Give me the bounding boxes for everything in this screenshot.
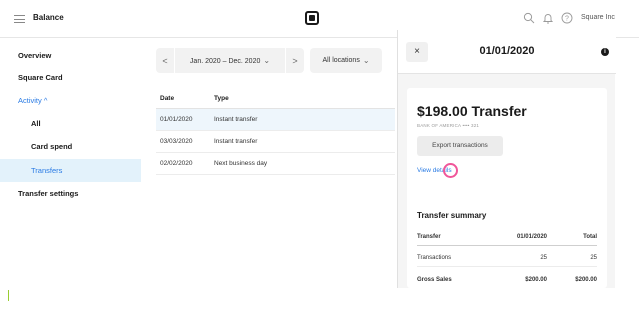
- panel-title: 01/01/2020: [479, 45, 535, 57]
- summary-header-transfer: Transfer: [417, 233, 441, 240]
- summary-header-total: Total: [583, 233, 597, 240]
- info-icon[interactable]: i: [601, 48, 609, 56]
- sidebar-item-transfer-settings[interactable]: Transfer settings: [0, 182, 141, 205]
- summary-row-total: 25: [590, 254, 597, 261]
- table-row[interactable]: 03/03/2020 Instant transfer: [156, 131, 395, 153]
- account-name[interactable]: Square Inc: [581, 14, 615, 21]
- sidebar-item-transfers[interactable]: Transfers: [0, 159, 141, 182]
- sidebar-item-activity[interactable]: Activity ^: [0, 89, 141, 112]
- click-cursor-indicator: [443, 163, 458, 178]
- transfers-table: Date Type 01/01/2020 Instant transfer 03…: [156, 89, 395, 175]
- panel-header: × 01/01/2020 i: [398, 30, 616, 74]
- help-icon[interactable]: ?: [561, 12, 573, 24]
- sidebar-item-card-spend[interactable]: Card spend: [0, 135, 141, 158]
- summary-title: Transfer summary: [417, 211, 487, 220]
- transfer-amount: $198.00 Transfer: [417, 103, 527, 119]
- summary-row-value: $200.00: [525, 276, 547, 283]
- date-range-select[interactable]: Jan. 2020 – Dec. 2020 ⌄: [175, 56, 285, 65]
- row-date: 01/01/2020: [160, 116, 193, 123]
- transfer-summary-card: Transfer summary Transfer 01/01/2020 Tot…: [407, 198, 607, 288]
- summary-row: Transactions 25 25: [417, 249, 597, 267]
- chevron-down-icon: ⌄: [362, 56, 370, 65]
- main-content: < Jan. 2020 – Dec. 2020 ⌄ > All locations…: [150, 38, 395, 288]
- transfer-detail-panel: × 01/01/2020 i $198.00 Transfer BANK OF …: [397, 30, 616, 288]
- next-range-button[interactable]: >: [286, 56, 304, 66]
- search-icon[interactable]: [523, 12, 535, 24]
- column-header-date[interactable]: Date: [156, 95, 214, 102]
- summary-row-label: Transactions: [417, 254, 452, 261]
- transfer-card: $198.00 Transfer BANK OF AMERICA •••• 32…: [407, 88, 607, 203]
- chevron-down-icon: ⌄: [263, 56, 271, 65]
- table-row[interactable]: 01/01/2020 Instant transfer: [156, 109, 395, 131]
- date-range-filter: < Jan. 2020 – Dec. 2020 ⌄ >: [156, 48, 304, 73]
- summary-header-date: 01/01/2020: [516, 233, 547, 240]
- row-date: 02/02/2020: [160, 160, 193, 167]
- date-range-label: Jan. 2020 – Dec. 2020: [189, 58, 261, 65]
- sidebar-item-square-card[interactable]: Square Card: [0, 66, 141, 89]
- bank-account: BANK OF AMERICA •••• 321: [417, 123, 480, 128]
- table-header: Date Type: [156, 89, 395, 109]
- row-type: Next business day: [214, 160, 268, 167]
- summary-row-label: Gross Sales: [417, 276, 452, 283]
- square-logo[interactable]: [305, 11, 319, 25]
- sidebar-item-all[interactable]: All: [0, 112, 141, 135]
- focus-marker: [8, 290, 9, 301]
- bell-icon[interactable]: [542, 12, 554, 24]
- column-header-type[interactable]: Type: [214, 95, 395, 102]
- row-type: Instant transfer: [214, 138, 258, 145]
- table-row[interactable]: 02/02/2020 Next business day: [156, 153, 395, 175]
- summary-row-value: 25: [540, 254, 547, 261]
- locations-filter[interactable]: All locations ⌄: [310, 48, 382, 73]
- locations-label: All locations: [322, 57, 360, 64]
- export-transactions-button[interactable]: Export transactions: [417, 136, 503, 156]
- svg-text:?: ?: [565, 16, 569, 23]
- row-date: 03/03/2020: [160, 138, 193, 145]
- summary-row: Gross Sales $200.00 $200.00: [417, 271, 597, 288]
- sidebar: Overview Square Card Activity ^ All Card…: [0, 38, 145, 288]
- page-title: Balance: [33, 13, 64, 22]
- summary-row-total: $200.00: [575, 276, 597, 283]
- sidebar-item-overview[interactable]: Overview: [0, 44, 141, 67]
- menu-icon[interactable]: [14, 15, 25, 23]
- row-type: Instant transfer: [214, 116, 258, 123]
- prev-range-button[interactable]: <: [156, 56, 174, 66]
- summary-header-row: Transfer 01/01/2020 Total: [417, 228, 597, 246]
